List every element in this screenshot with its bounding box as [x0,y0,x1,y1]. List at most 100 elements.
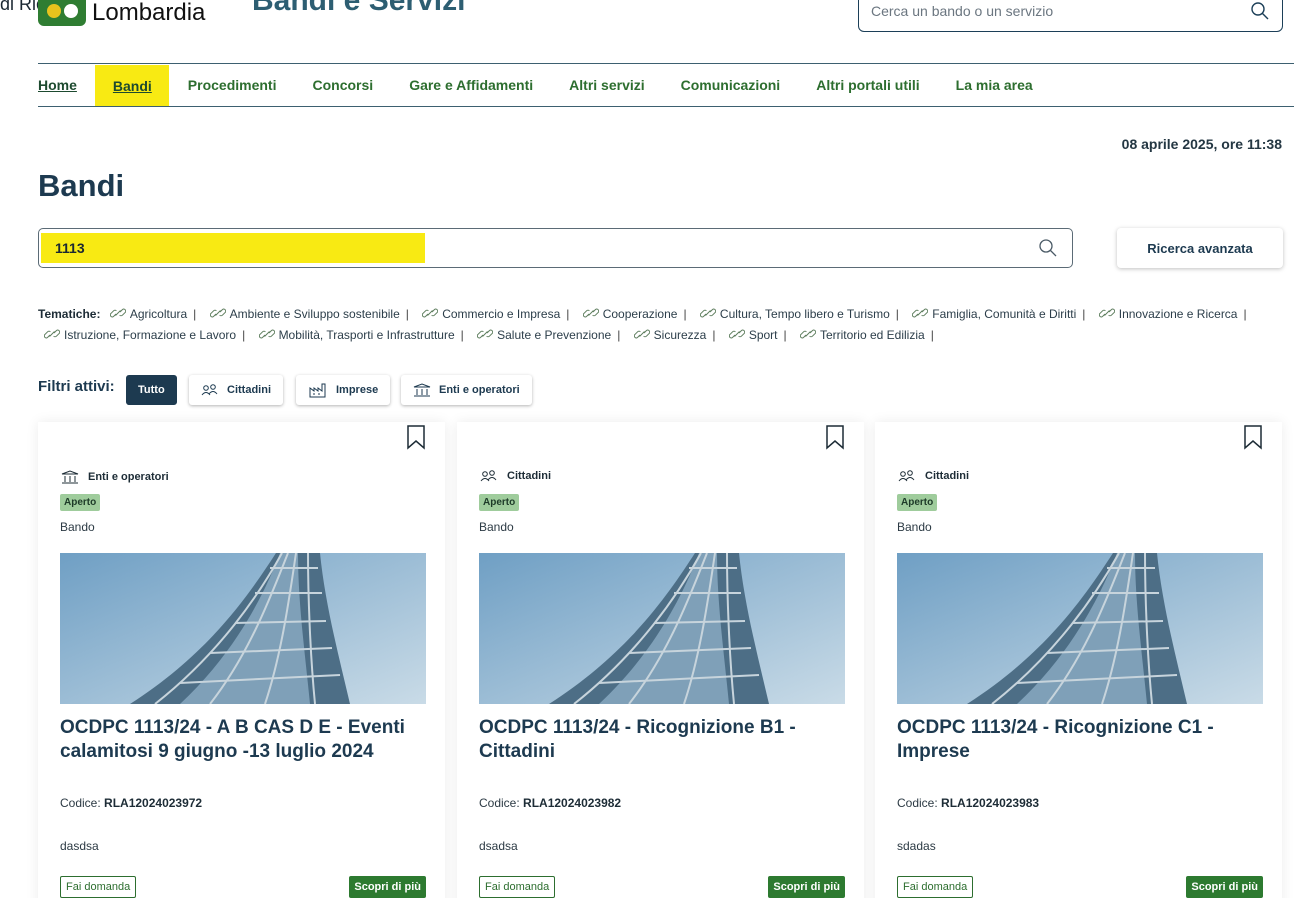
nav-item-bandi[interactable]: Bandi [94,64,169,106]
filters-label: Filtri attivi: [38,378,115,395]
search-icon[interactable] [1250,1,1270,21]
tematica-label: Salute e Prevenzione [497,328,612,342]
tematica-tag[interactable]: Famiglia, Comunità e Diritti | [906,307,1089,321]
nav-item-procedimenti[interactable]: Procedimenti [188,77,277,93]
discover-more-button[interactable]: Scopri di più [768,876,845,898]
lombardia-logo[interactable]: Lombardia [38,0,205,30]
current-date-time: 08 aprile 2025, ore 11:38 [1121,136,1282,152]
tematica-separator: | [930,328,934,342]
tematica-separator: | [683,307,687,321]
link-icon [209,308,226,318]
tematica-tag[interactable]: Agricoltura | [104,307,200,321]
link-icon [43,329,61,339]
tematica-separator: | [193,307,197,321]
tematica-tag[interactable]: Ambiente e Sviluppo sostenibile | [204,307,413,321]
tematica-label: Territorio ed Edilizia [819,328,925,342]
discover-more-button[interactable]: Scopri di più [349,876,426,898]
tematica-tag[interactable]: Innovazione e Ricerca | [1093,307,1251,321]
tematica-tag[interactable]: Mobilità, Trasporti e Infrastrutture | [253,328,468,342]
tematica-tag[interactable]: Cooperazione | [577,307,691,321]
apply-button[interactable]: Fai domanda [479,876,556,898]
card-image [60,553,426,704]
filter-tutto[interactable]: Tutto [126,375,177,405]
card-title[interactable]: OCDPC 1113/24 - A B CAS D E - Eventi cal… [60,716,430,764]
filter-label: Enti e operatori [439,384,520,396]
tematica-label: Famiglia, Comunità e Diritti [932,307,1077,321]
card-description: dasdsa [60,839,99,853]
tematica-label: Commercio e Impresa [442,307,561,321]
tematica-tag[interactable]: Salute e Prevenzione | [471,328,624,342]
tematica-separator: | [1082,307,1086,321]
bookmark-icon[interactable] [824,424,846,450]
tematica-tag[interactable]: Sicurezza | [628,328,720,342]
nav-item-comunicazioni[interactable]: Comunicazioni [681,77,781,93]
code-label: Codice: [60,796,101,810]
discover-more-button[interactable]: Scopri di più [1186,876,1263,898]
tematica-tag[interactable]: Territorio ed Edilizia | [794,328,938,342]
nav-item-mia-area[interactable]: La mia area [956,77,1033,93]
bookmark-icon[interactable] [405,424,427,450]
people-icon [898,470,915,482]
tematica-tag[interactable]: Cultura, Tempo libero e Turismo | [694,307,903,321]
bookmark-icon[interactable] [1242,424,1264,450]
tematica-label: Cooperazione [602,307,678,321]
card-code: Codice: RLA12024023982 [479,796,621,810]
logo-mark-icon [38,0,86,26]
bando-card[interactable]: Cittadini Aperto Bando OCDPC 1113/24 - R… [875,422,1282,898]
tematiche-list: Tematiche: Agricoltura | Ambiente e Svilu… [38,304,1278,346]
tematica-separator: | [1243,307,1247,321]
search-icon[interactable] [1038,238,1058,258]
tematica-tag[interactable]: Istruzione, Formazione e Lavoro | [38,328,249,342]
bando-card[interactable]: Cittadini Aperto Bando OCDPC 1113/24 - R… [457,422,864,898]
building-photo [479,553,845,704]
link-icon [699,308,717,318]
filter-imprese[interactable]: Imprese [296,375,391,405]
code-value: RLA12024023972 [104,796,203,810]
nav-item-gare[interactable]: Gare e Affidamenti [409,77,533,93]
filter-cittadini[interactable]: Cittadini [189,375,283,405]
card-target: Cittadini [479,470,551,482]
building-photo [60,553,426,704]
factory-icon [309,383,326,398]
code-label: Codice: [479,796,520,810]
tematica-tag[interactable]: Commercio e Impresa | [416,307,573,321]
apply-button[interactable]: Fai domanda [897,876,974,898]
card-description: sdadas [897,839,936,853]
tematica-separator: | [405,307,409,321]
card-target-label: Cittadini [925,470,969,482]
tematica-tag[interactable]: Sport | [723,328,791,342]
logo-text: Lombardia [92,0,206,26]
link-icon [633,329,650,339]
card-title[interactable]: OCDPC 1113/24 - Ricognizione C1 - Impres… [897,716,1267,764]
card-code: Codice: RLA12024023972 [60,796,202,810]
nav-item-home[interactable]: Home [38,77,77,93]
card-kind: Bando [60,520,95,534]
main-nav: Home Bandi Procedimenti Concorsi Gare e … [38,64,1069,106]
tematica-label: Cultura, Tempo libero e Turismo [719,307,890,321]
link-icon [476,329,494,339]
link-icon [728,329,745,339]
nav-item-concorsi[interactable]: Concorsi [313,77,374,93]
bando-card[interactable]: Enti e operatori Aperto Bando OCDPC 1113… [38,422,445,898]
advanced-search-button[interactable]: Ricerca avanzata [1117,228,1283,268]
link-icon [582,308,599,318]
search-value[interactable]: 1113 [41,233,425,263]
building-photo [897,553,1263,704]
tematica-separator: | [895,307,899,321]
bandi-search-input[interactable]: 1113 [38,228,1073,268]
code-label: Codice: [897,796,938,810]
people-icon [480,470,497,482]
apply-button[interactable]: Fai domanda [60,876,137,898]
card-image [897,553,1263,704]
filter-label: Tutto [138,384,165,396]
nav-item-altri-portali[interactable]: Altri portali utili [816,77,919,93]
link-icon [912,308,929,318]
tematica-label: Sport [748,328,778,342]
link-icon [1098,308,1115,318]
header-search-input[interactable]: Cerca un bando o un servizio [858,0,1283,32]
nav-item-altri-servizi[interactable]: Altri servizi [569,77,644,93]
header-search-placeholder: Cerca un bando o un servizio [871,3,1054,19]
code-value: RLA12024023983 [941,796,1040,810]
card-title[interactable]: OCDPC 1113/24 - Ricognizione B1 - Cittad… [479,716,849,764]
filter-enti-operatori[interactable]: Enti e operatori [401,375,532,405]
